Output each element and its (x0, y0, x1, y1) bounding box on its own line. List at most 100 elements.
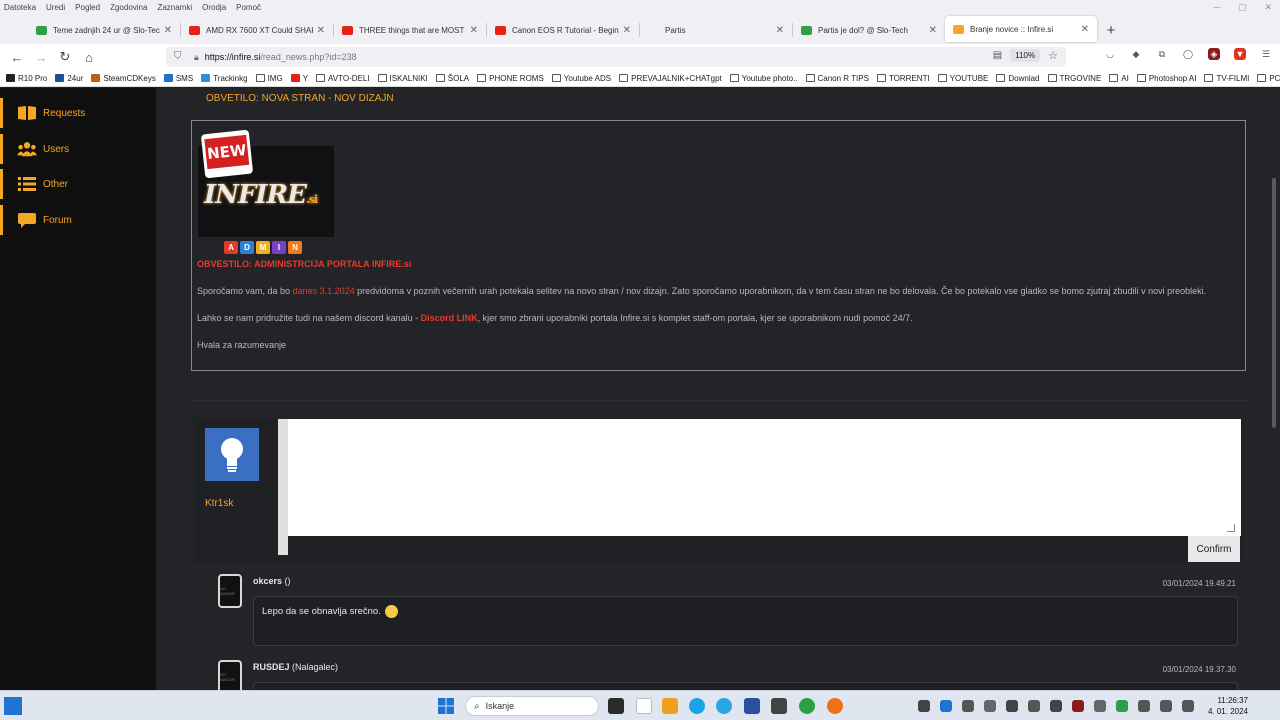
browser-tab[interactable]: THREE things that are MOST IMP ✕ (334, 16, 486, 44)
close-tab-icon[interactable]: ✕ (164, 25, 172, 36)
taskbar-search[interactable]: ⌕ Iskanje (465, 696, 599, 716)
tray-icon[interactable] (1028, 700, 1040, 712)
sidebar-item-users[interactable]: Users (0, 134, 156, 164)
bookmark-item[interactable]: SteamCDKeys (91, 74, 156, 83)
scrollbar-thumb[interactable] (1272, 178, 1276, 428)
maximize-icon[interactable]: ▢ (1238, 2, 1247, 13)
menu-bookmarks[interactable]: Zaznamki (157, 3, 192, 12)
menu-help[interactable]: Pomoč (236, 3, 261, 12)
bookmark-folder[interactable]: Downlad (996, 74, 1040, 83)
browser-tab[interactable]: Canon EOS R Tutorial - Beginner ✕ (487, 16, 639, 44)
extensions-puzzle-icon[interactable]: ⧉ (1156, 48, 1168, 60)
bookmark-folder[interactable]: PHONE ROMS (477, 74, 544, 83)
new-tab-button[interactable]: + (1097, 16, 1125, 44)
reload-button[interactable]: ↻ (54, 46, 76, 68)
bookmark-folder[interactable]: Canon R TIPS (805, 74, 869, 83)
forward-button[interactable]: → (30, 46, 52, 68)
lock-icon[interactable]: 🔒︎ (194, 52, 199, 63)
app-menu-icon[interactable]: ☰ (1260, 48, 1272, 60)
close-tab-icon[interactable]: ✕ (623, 25, 631, 36)
tray-icon[interactable] (1006, 700, 1018, 712)
menu-view[interactable]: Pogled (75, 3, 100, 12)
tray-icon[interactable] (1072, 700, 1084, 712)
bookmark-folder[interactable]: Photoshop AI (1136, 74, 1196, 83)
sidebar-item-requests[interactable]: Requests (0, 98, 156, 128)
sidebar-item-other[interactable]: Other (0, 169, 156, 199)
browser-tab[interactable]: Partis ✕ (640, 16, 792, 44)
tray-icon[interactable] (962, 700, 974, 712)
volume-icon[interactable] (1160, 700, 1172, 712)
browser-tab[interactable]: Branje novice :: Infire.si ✕ (945, 16, 1097, 42)
bookmark-folder[interactable]: TRGOVINE (1047, 74, 1101, 83)
start-button[interactable] (438, 698, 454, 714)
author-name[interactable]: okcers (253, 576, 282, 586)
bookmark-item[interactable]: Y (290, 74, 308, 83)
brave-shield-icon[interactable]: ▼ (1234, 48, 1246, 60)
app-icon[interactable] (636, 698, 652, 714)
bookmark-folder[interactable]: ŠOLA (435, 74, 469, 83)
comment-textarea[interactable] (278, 419, 1241, 536)
browser-tab[interactable]: Teme zadnjih 24 ur @ Slo-Tech ✕ (28, 16, 180, 44)
tray-icon[interactable] (940, 700, 952, 712)
ublock-icon[interactable]: ◈ (1208, 48, 1220, 60)
zoom-level[interactable]: 110% (1010, 49, 1041, 62)
telegram-icon[interactable] (716, 698, 732, 714)
page-scrollbar[interactable] (1266, 88, 1280, 690)
menu-tools[interactable]: Orodja (202, 3, 226, 12)
bookmark-folder[interactable]: IMG (255, 74, 283, 83)
bookmark-folder[interactable]: ISKALNIKI (377, 74, 428, 83)
bookmark-item[interactable]: Trackinkg (201, 74, 248, 83)
extension-icon[interactable]: ◆ (1130, 48, 1142, 60)
reader-view-icon[interactable]: ▤ (993, 50, 1002, 61)
bookmark-item[interactable]: R10 Pro (6, 74, 47, 83)
bookmark-item[interactable]: SMS (163, 74, 193, 83)
discord-link[interactable]: Discord LINK (421, 313, 478, 323)
bookmark-folder[interactable]: TV-FILMI (1204, 74, 1249, 83)
menu-file[interactable]: Datoteka (4, 3, 36, 12)
sidebar-item-forum[interactable]: Forum (0, 205, 156, 235)
bookmark-folder[interactable]: Youtube photo.. (729, 74, 798, 83)
menu-history[interactable]: Zgodovina (110, 3, 147, 12)
skype-icon[interactable] (689, 698, 705, 714)
firefox-icon[interactable] (827, 698, 843, 714)
pocket-icon[interactable]: ◡ (1104, 48, 1116, 60)
widgets-icon[interactable] (4, 697, 22, 715)
menu-edit[interactable]: Uredi (46, 3, 65, 12)
tray-icon[interactable] (1094, 700, 1106, 712)
author-name[interactable]: RUSDEJ (253, 662, 290, 672)
bookmark-folder[interactable]: Youtube ADS (551, 74, 611, 83)
bookmark-folder[interactable]: PREVAJALNIK+CHATgpt (619, 74, 722, 83)
close-tab-icon[interactable]: ✕ (470, 25, 478, 36)
bookmark-folder[interactable]: PC (1257, 74, 1280, 83)
home-button[interactable]: ⌂ (78, 46, 100, 68)
browser-tab[interactable]: AMD RX 7600 XT Could SHAKE ✕ (181, 16, 333, 44)
account-icon[interactable]: ◯ (1182, 48, 1194, 60)
close-tab-icon[interactable]: ✕ (929, 25, 937, 36)
minimize-icon[interactable]: ─ (1214, 2, 1220, 13)
tray-icon[interactable] (984, 700, 996, 712)
tray-icon[interactable] (1050, 700, 1062, 712)
close-tab-icon[interactable]: ✕ (1081, 24, 1089, 35)
battery-icon[interactable] (1182, 700, 1194, 712)
chrome-icon[interactable] (799, 698, 815, 714)
bookmark-star-icon[interactable]: ☆ (1048, 49, 1058, 62)
search-app-icon[interactable] (662, 698, 678, 714)
browser-tab[interactable]: Partis je dol? @ Slo-Tech ✕ (793, 16, 945, 44)
task-view-icon[interactable] (608, 698, 624, 714)
bookmark-item[interactable]: 24ur (55, 74, 83, 83)
close-tab-icon[interactable]: ✕ (317, 25, 325, 36)
close-tab-icon[interactable]: ✕ (776, 25, 784, 36)
wifi-icon[interactable] (1138, 700, 1150, 712)
address-bar[interactable]: ⛉ 🔒︎ https://infire.si/read_news.php?id=… (166, 47, 1066, 67)
bookmark-folder[interactable]: TORRENTI (876, 74, 930, 83)
tray-icon[interactable] (918, 700, 930, 712)
close-window-icon[interactable]: ✕ (1264, 2, 1272, 13)
resize-grip-icon[interactable] (1227, 524, 1235, 532)
bookmark-folder[interactable]: AVTO-DELI (316, 74, 370, 83)
clock[interactable]: 11:26:37 4. 01. 2024 (1208, 695, 1248, 717)
confirm-button[interactable]: Confirm (1188, 536, 1240, 562)
tracking-shield-icon[interactable]: ⛉ (174, 51, 186, 63)
bookmark-folder[interactable]: AI (1109, 74, 1129, 83)
bookmark-folder[interactable]: YOUTUBE (937, 74, 988, 83)
terminal-icon[interactable] (771, 698, 787, 714)
